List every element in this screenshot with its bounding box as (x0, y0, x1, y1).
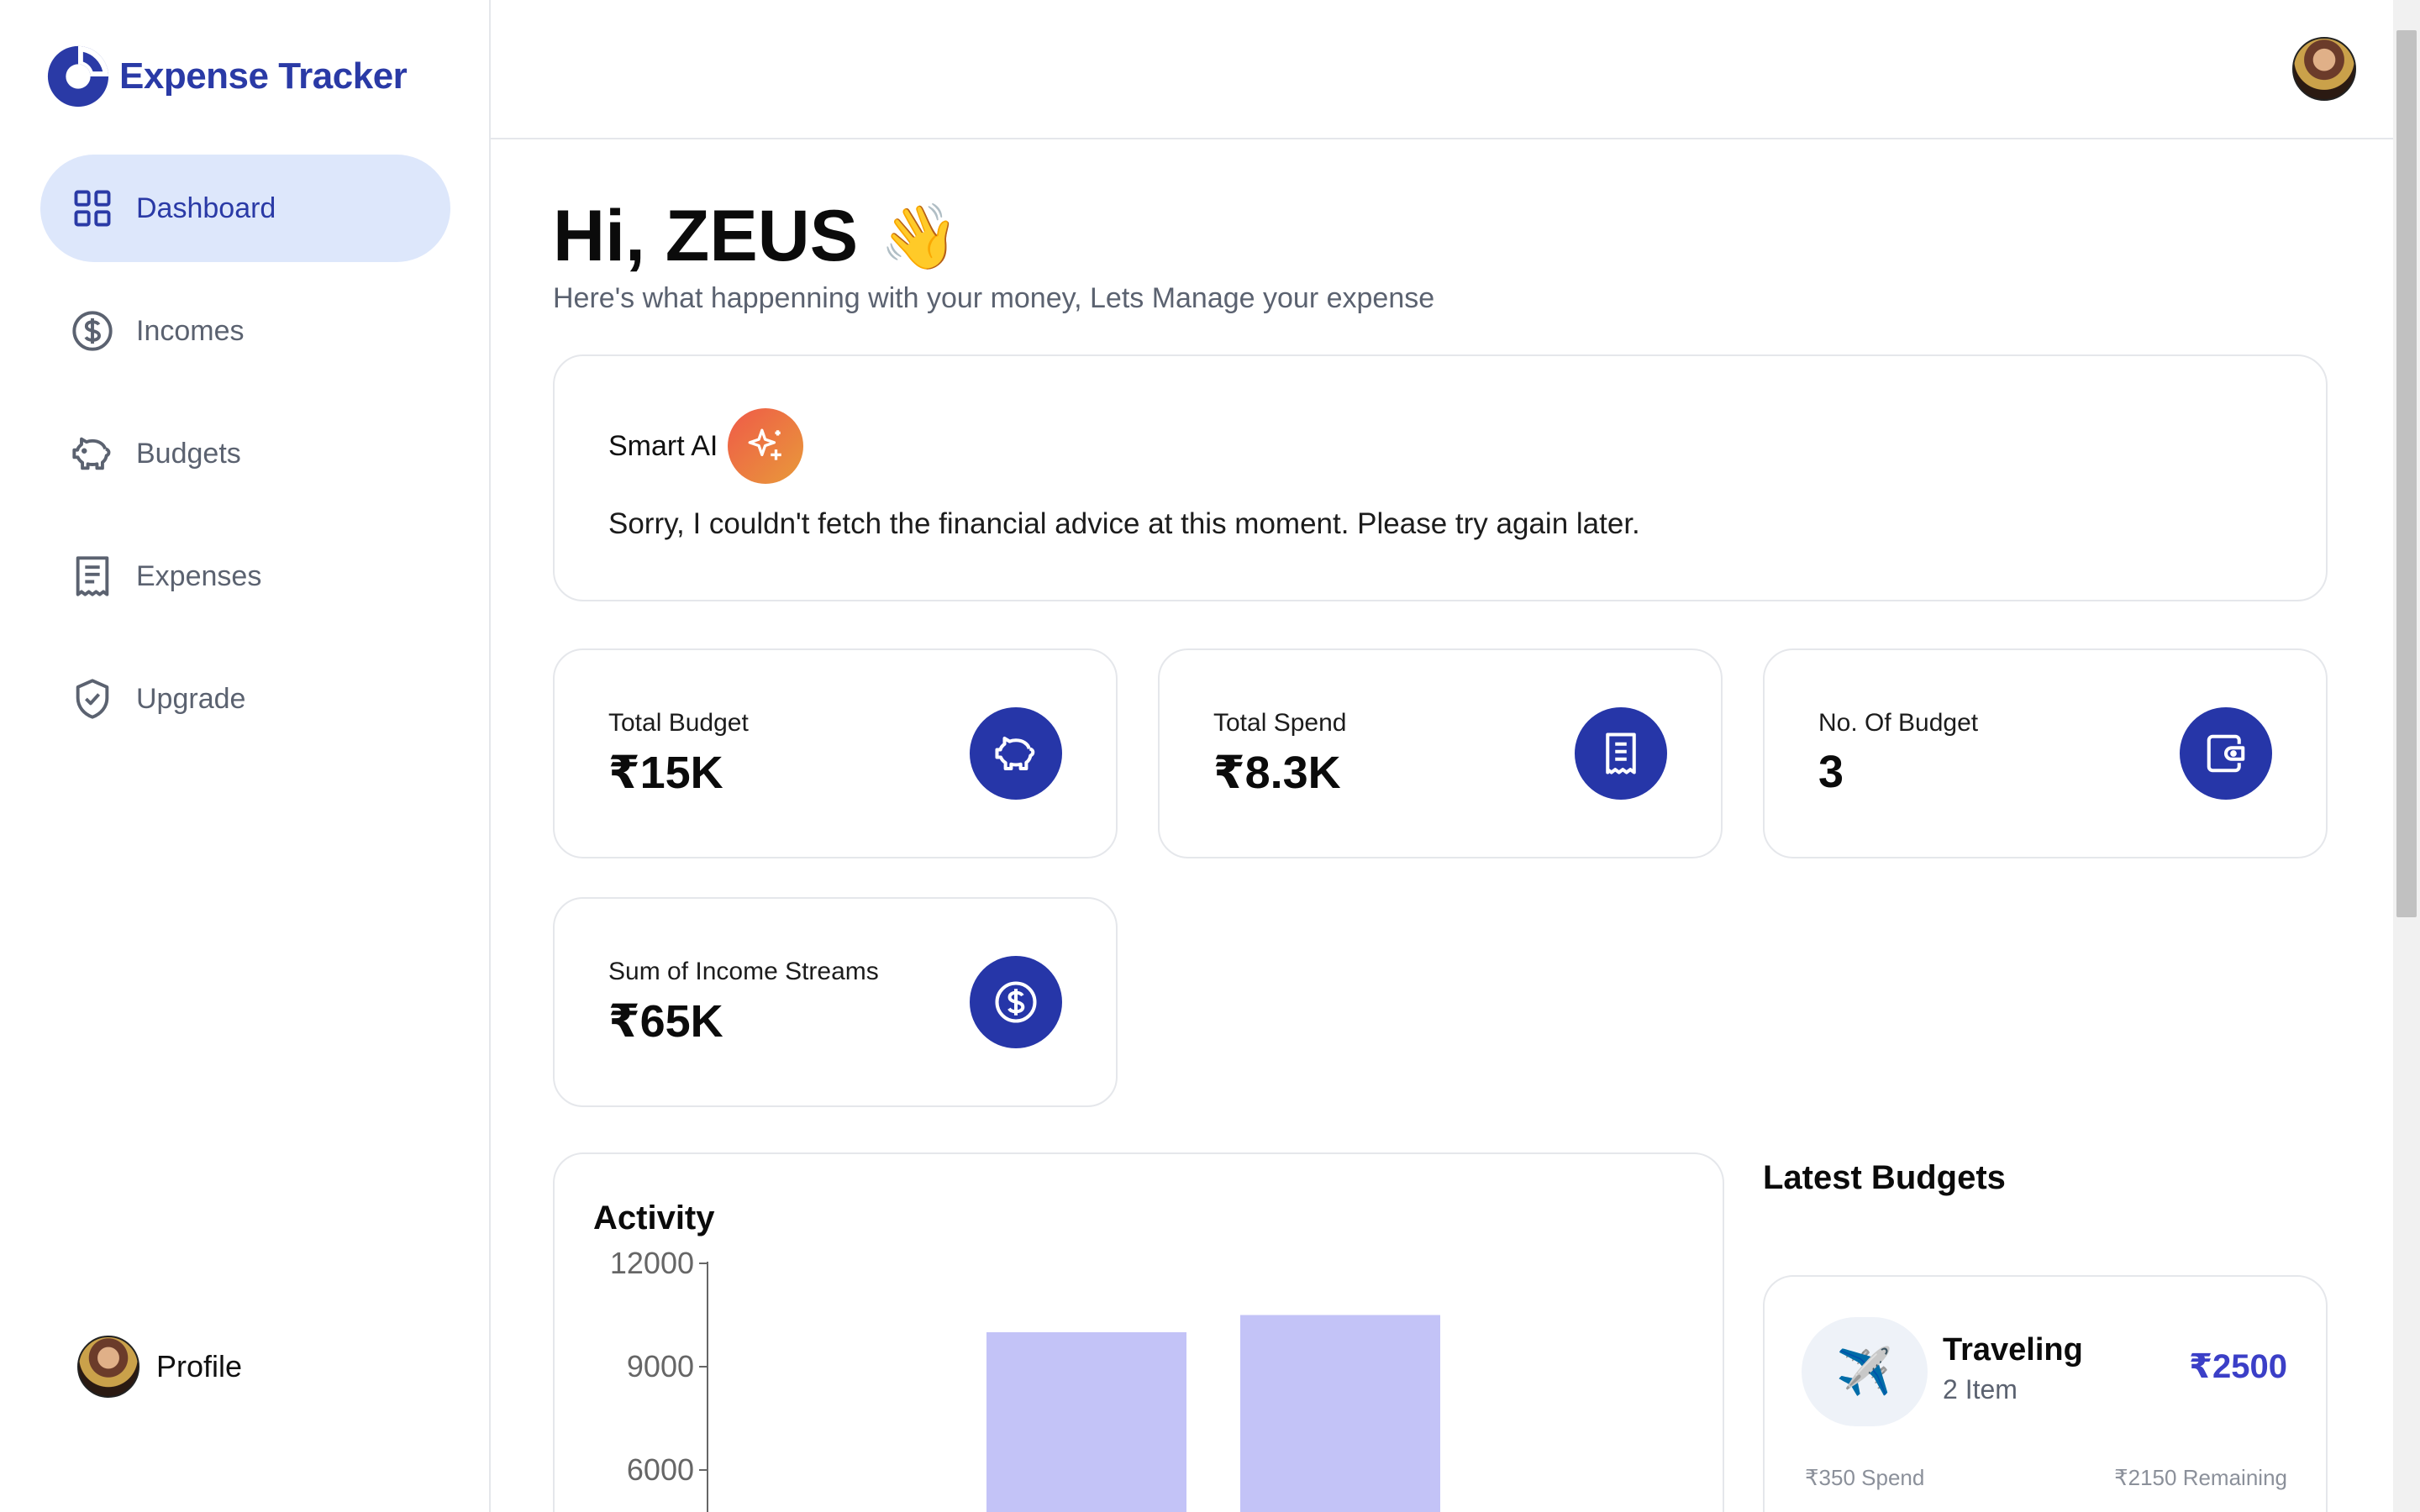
sidebar-item-label: Expenses (136, 559, 262, 592)
stat-value: ₹15K (608, 748, 723, 798)
stat-label: Total Spend (1213, 709, 1347, 737)
stat-value: ₹65K (608, 996, 723, 1047)
budget-spend: ₹350 Spend (1805, 1465, 1925, 1490)
sidebar-item-label: Upgrade (136, 682, 246, 715)
profile-label: Profile (156, 1349, 243, 1383)
activity-chart: 12000 9000 6000 (610, 1246, 1440, 1512)
piggy-bank-icon (970, 707, 1062, 800)
stat-label: Total Budget (608, 709, 749, 737)
stat-card-number-of-budget: No. Of Budget 3 (1763, 648, 2328, 858)
stat-value: ₹8.3K (1213, 748, 1341, 798)
y-tick-label: 9000 (627, 1349, 694, 1383)
stat-card-total-spend: Total Spend ₹8.3K (1158, 648, 1723, 858)
sidebar: Expense Tracker Dashboard Incomes Budget… (0, 0, 491, 1512)
profile-button[interactable]: Profile (77, 1336, 242, 1398)
piggy-bank-icon (71, 432, 114, 475)
receipt-icon (71, 554, 114, 598)
activity-card: Activity 12000 9000 6000 (553, 1152, 1724, 1512)
smart-ai-title: Smart AI (608, 429, 718, 462)
budget-card[interactable]: ✈️ Traveling 2 Item ₹2500 ₹350 Spend ₹21… (1763, 1275, 2328, 1512)
greeting-text: Hi, ZEUS (553, 196, 859, 276)
sidebar-item-dashboard[interactable]: Dashboard (40, 155, 450, 262)
stat-label: Sum of Income Streams (608, 958, 879, 985)
user-avatar[interactable] (2292, 37, 2356, 101)
avatar (77, 1336, 139, 1398)
page-title: Hi, ZEUS 👋 (553, 195, 960, 278)
grid-icon (71, 186, 114, 230)
smart-ai-message: Sorry, I couldn't fetch the financial ad… (608, 507, 1640, 540)
sidebar-item-incomes[interactable]: Incomes (40, 277, 450, 385)
sidebar-item-label: Incomes (136, 314, 245, 347)
stat-card-total-budget: Total Budget ₹15K (553, 648, 1118, 858)
sidebar-item-expenses[interactable]: Expenses (40, 522, 450, 630)
sidebar-item-label: Dashboard (136, 192, 276, 224)
wallet-icon (2180, 707, 2272, 800)
scrollbar[interactable] (2393, 0, 2420, 1512)
receipt-icon (1575, 707, 1667, 800)
activity-bar[interactable] (986, 1332, 1186, 1512)
app-name: Expense Tracker (119, 55, 408, 97)
sidebar-item-upgrade[interactable]: Upgrade (40, 645, 450, 753)
page-subtitle: Here's what happenning with your money, … (553, 282, 1435, 314)
smart-ai-header: Smart AI (608, 408, 804, 484)
latest-budgets-title: Latest Budgets (1763, 1159, 2006, 1196)
budget-amount: ₹2500 (2189, 1348, 2287, 1385)
airplane-icon: ✈️ (1802, 1317, 1928, 1426)
sparkles-icon (728, 408, 804, 484)
shield-check-icon (71, 677, 114, 721)
activity-bar[interactable] (1240, 1315, 1440, 1512)
budget-item-count: 2 Item (1943, 1374, 2018, 1404)
dollar-circle-icon (970, 956, 1062, 1048)
logo-icon (47, 45, 109, 108)
y-tick-label: 6000 (627, 1452, 694, 1487)
stat-label: No. Of Budget (1818, 709, 1979, 737)
smart-ai-card: Smart AI Sorry, I couldn't fetch the fin… (553, 354, 2328, 601)
app-logo[interactable]: Expense Tracker (45, 44, 408, 109)
sidebar-item-budgets[interactable]: Budgets (40, 400, 450, 507)
scrollbar-thumb[interactable] (2396, 30, 2417, 917)
budget-name: Traveling (1943, 1332, 2083, 1368)
waving-hand-icon: 👋 (880, 201, 960, 273)
sidebar-item-label: Budgets (136, 437, 241, 470)
dollar-circle-icon (71, 309, 114, 353)
stat-card-income-streams: Sum of Income Streams ₹65K (553, 897, 1118, 1107)
stat-value: 3 (1818, 747, 1844, 797)
top-bar (491, 0, 2393, 139)
y-tick-label: 12000 (610, 1246, 694, 1280)
budget-remaining: ₹2150 Remaining (2114, 1465, 2287, 1490)
